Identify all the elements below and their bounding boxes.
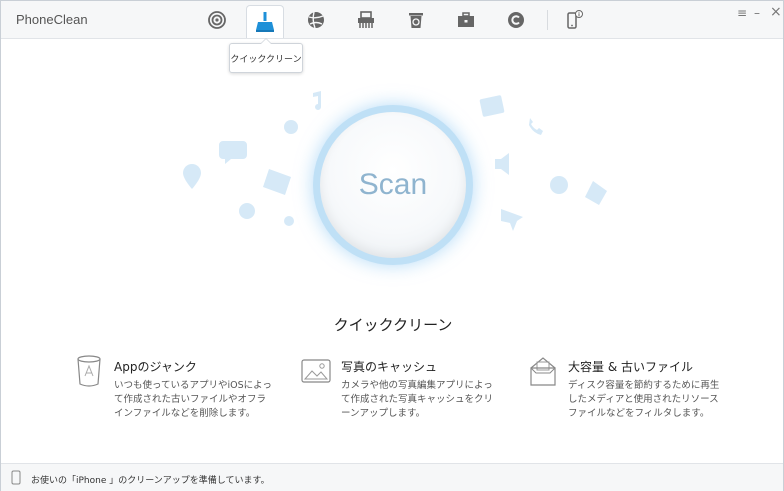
toolbox-icon [458, 12, 474, 27]
toolbar-device-button[interactable] [556, 5, 592, 35]
photo-icon [301, 359, 331, 383]
c-small-icon [284, 216, 294, 226]
map-pin-icon [183, 164, 201, 189]
scan-button[interactable]: Scan [320, 112, 466, 258]
app-window: PhoneClean ≡ – × クイッククリーン Scan クイッククリーン … [0, 0, 784, 491]
speaker-icon [495, 153, 509, 175]
status-text: お使いの「iPhone 」のクリーンアップを準備しています。 [31, 476, 270, 486]
picture-icon [479, 95, 505, 117]
globe-icon [308, 11, 324, 29]
camera-icon [550, 176, 568, 194]
scan-ring: Scan [313, 105, 473, 265]
music-note-icon [313, 91, 321, 110]
app-trash-icon [77, 355, 101, 387]
toolbar-toolbox-button[interactable] [448, 5, 484, 35]
refresh-c-icon [508, 12, 524, 28]
plane-icon [501, 209, 523, 231]
section-title: クイッククリーン [333, 316, 453, 334]
toolbar-refresh-button[interactable] [498, 5, 534, 35]
menu-button[interactable]: ≡ [737, 6, 747, 20]
toolbar-globe-button[interactable] [298, 5, 334, 35]
game-icon [585, 181, 607, 205]
toolbar-separator [547, 10, 548, 30]
toolbar-shredder-button[interactable] [348, 5, 384, 35]
mail-icon [263, 169, 291, 195]
top-toolbar: PhoneClean ≡ – × [1, 1, 783, 39]
feature-description: ディスク容量を節約するために再生したメディアと使用されたリソースファイルなどをフ… [568, 380, 720, 419]
app-title: PhoneClean [16, 12, 88, 27]
toolbar-quick-clean-button[interactable] [246, 5, 284, 38]
phone-handset-icon [529, 118, 543, 135]
feature-title: 写真のキャッシュ [341, 360, 438, 374]
phone-outline-icon [11, 470, 21, 485]
feature-description: カメラや他の写真編集アプリによって作成された写真キャッシュをクリーンアップします… [341, 380, 494, 419]
broom-icon [256, 12, 274, 32]
phone-info-icon [567, 10, 583, 29]
trash-recycle-icon [409, 13, 423, 28]
close-button[interactable]: × [770, 4, 782, 20]
eye-icon [239, 203, 255, 219]
status-bar: お使いの「iPhone 」のクリーンアップを準備しています。 [1, 463, 783, 491]
chat-bubble-icon [219, 141, 247, 164]
feature-description: いつも使っているアプリやiOSによって作成された古いファイルやオフラインファイル… [114, 380, 272, 419]
apple-icon [284, 120, 298, 134]
minimize-button[interactable]: – [754, 6, 760, 20]
shredder-icon [358, 11, 374, 28]
storage-box-icon [530, 357, 556, 386]
feature-title: 大容量 & 古いファイル [568, 360, 693, 374]
toolbar-trash-button[interactable] [398, 5, 434, 35]
antenna-icon [208, 11, 226, 29]
toolbar-antenna-button[interactable] [199, 5, 235, 35]
feature-title: Appのジャンク [114, 360, 197, 374]
toolbar-tooltip: クイッククリーン [229, 38, 303, 73]
